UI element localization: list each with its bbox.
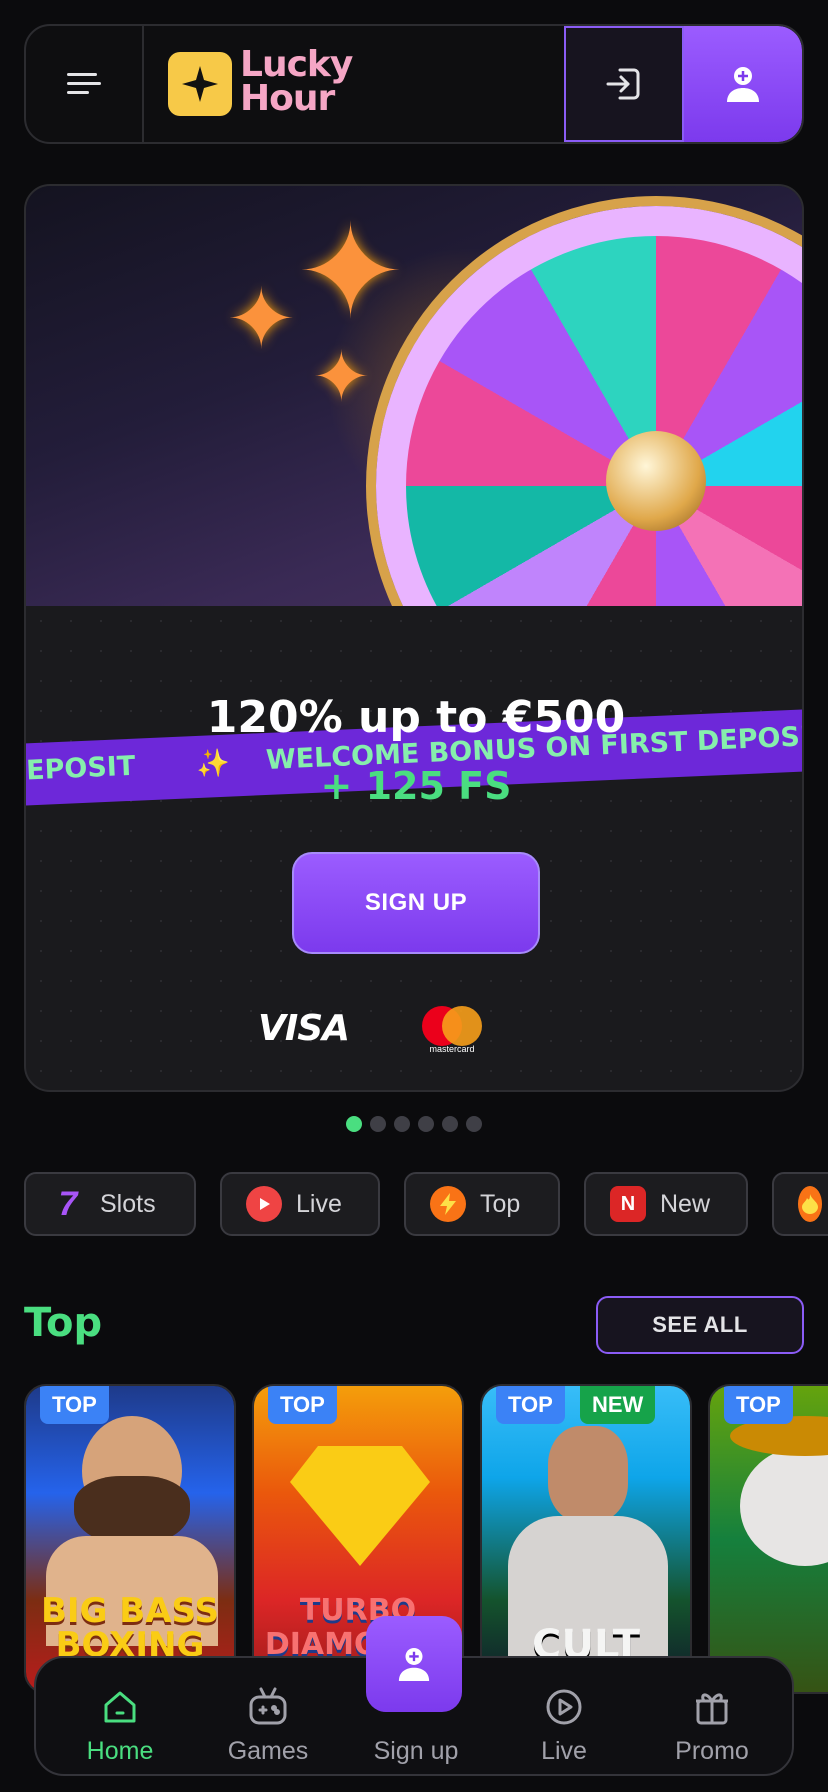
signup-header-button[interactable] [684,26,802,142]
game-card[interactable]: TOP NEW CULT [480,1384,692,1694]
badge-top: TOP [40,1386,109,1424]
chip-label: New [660,1189,711,1218]
chip-live[interactable]: Live [220,1172,380,1236]
menu-button[interactable] [26,26,144,142]
section-title-top: Top [24,1300,103,1346]
chip-hot[interactable] [772,1172,828,1236]
logo-text[interactable]: Lucky Hour [240,44,353,119]
carousel-dot[interactable] [418,1116,434,1132]
gamepad-icon [249,1687,287,1725]
mastercard-logo-icon [422,1006,482,1046]
nav-label: Promo [675,1737,749,1765]
badge-new: NEW [580,1386,656,1424]
star-icon: ✦ [296,196,405,348]
lightning-icon [430,1186,466,1222]
carousel-pagination [346,1116,482,1132]
see-all-button[interactable]: SEE ALL [596,1296,804,1354]
gift-icon [696,1693,728,1725]
carousel-dot[interactable] [466,1116,482,1132]
chip-top[interactable]: Top [404,1172,560,1236]
user-plus-icon [398,1647,430,1681]
bonus-subline: + 125 FS [320,764,512,808]
nav-home[interactable]: Home [50,1658,190,1778]
hamburger-icon [67,73,101,94]
login-button[interactable] [564,26,684,142]
carousel-dot[interactable] [394,1116,410,1132]
badge-top: TOP [268,1386,337,1424]
chip-label: Live [296,1189,342,1218]
banner-illustration: ✦ ✦ ✦ [26,186,802,606]
category-chips: 7 Slots Live Top N New [24,1172,828,1236]
play-circle-icon [546,1689,582,1725]
mastercard-label: mastercard [429,1044,475,1054]
logo-line-1: Lucky [240,44,353,85]
seven-icon: 7 [58,1184,78,1223]
nav-label: Games [227,1737,309,1765]
nav-live[interactable]: Live [494,1658,634,1778]
nav-label: Live [541,1737,587,1765]
chip-new[interactable]: N New [584,1172,748,1236]
login-icon [606,68,640,100]
badge-top: TOP [724,1386,793,1424]
badge-top: TOP [496,1386,565,1424]
carousel-dot[interactable] [442,1116,458,1132]
star-icon: ✦ [312,336,371,418]
live-play-icon [246,1186,282,1222]
nav-games[interactable]: Games [198,1658,338,1778]
carousel-dot[interactable] [370,1116,386,1132]
bonus-headline: 120% up to €500 [206,692,626,743]
logo-mark-icon[interactable] [168,52,232,116]
game-card[interactable]: TOP [708,1384,828,1694]
promo-banner[interactable]: ✦ ✦ ✦ EPOSIT ✨ WELCOME BONUS ON FIRST DE… [24,184,804,1092]
star-icon: ✦ [226,270,297,368]
visa-logo: VISA [258,1008,350,1049]
chip-slots[interactable]: 7 Slots [24,1172,196,1236]
top-header: Lucky Hour [24,24,804,144]
game-thumbnail [710,1386,828,1692]
home-icon [104,1691,136,1723]
nav-label: Sign up [373,1737,459,1765]
fire-icon [798,1186,822,1222]
new-badge-icon: N [610,1186,646,1222]
nav-promo[interactable]: Promo [642,1658,782,1778]
chip-label: Top [480,1189,521,1218]
carousel-dot[interactable] [346,1116,362,1132]
user-plus-icon [727,67,759,102]
banner-signup-button[interactable]: SIGN UP [292,852,540,954]
logo-line-2: Hour [240,78,335,119]
signup-fab-button[interactable] [366,1616,462,1712]
game-card[interactable]: TOP BIG BASS BOXING [24,1384,236,1694]
nav-label: Home [86,1737,154,1765]
game-title: BIG BASS BOXING [41,1591,219,1665]
chip-label: Slots [100,1189,156,1218]
